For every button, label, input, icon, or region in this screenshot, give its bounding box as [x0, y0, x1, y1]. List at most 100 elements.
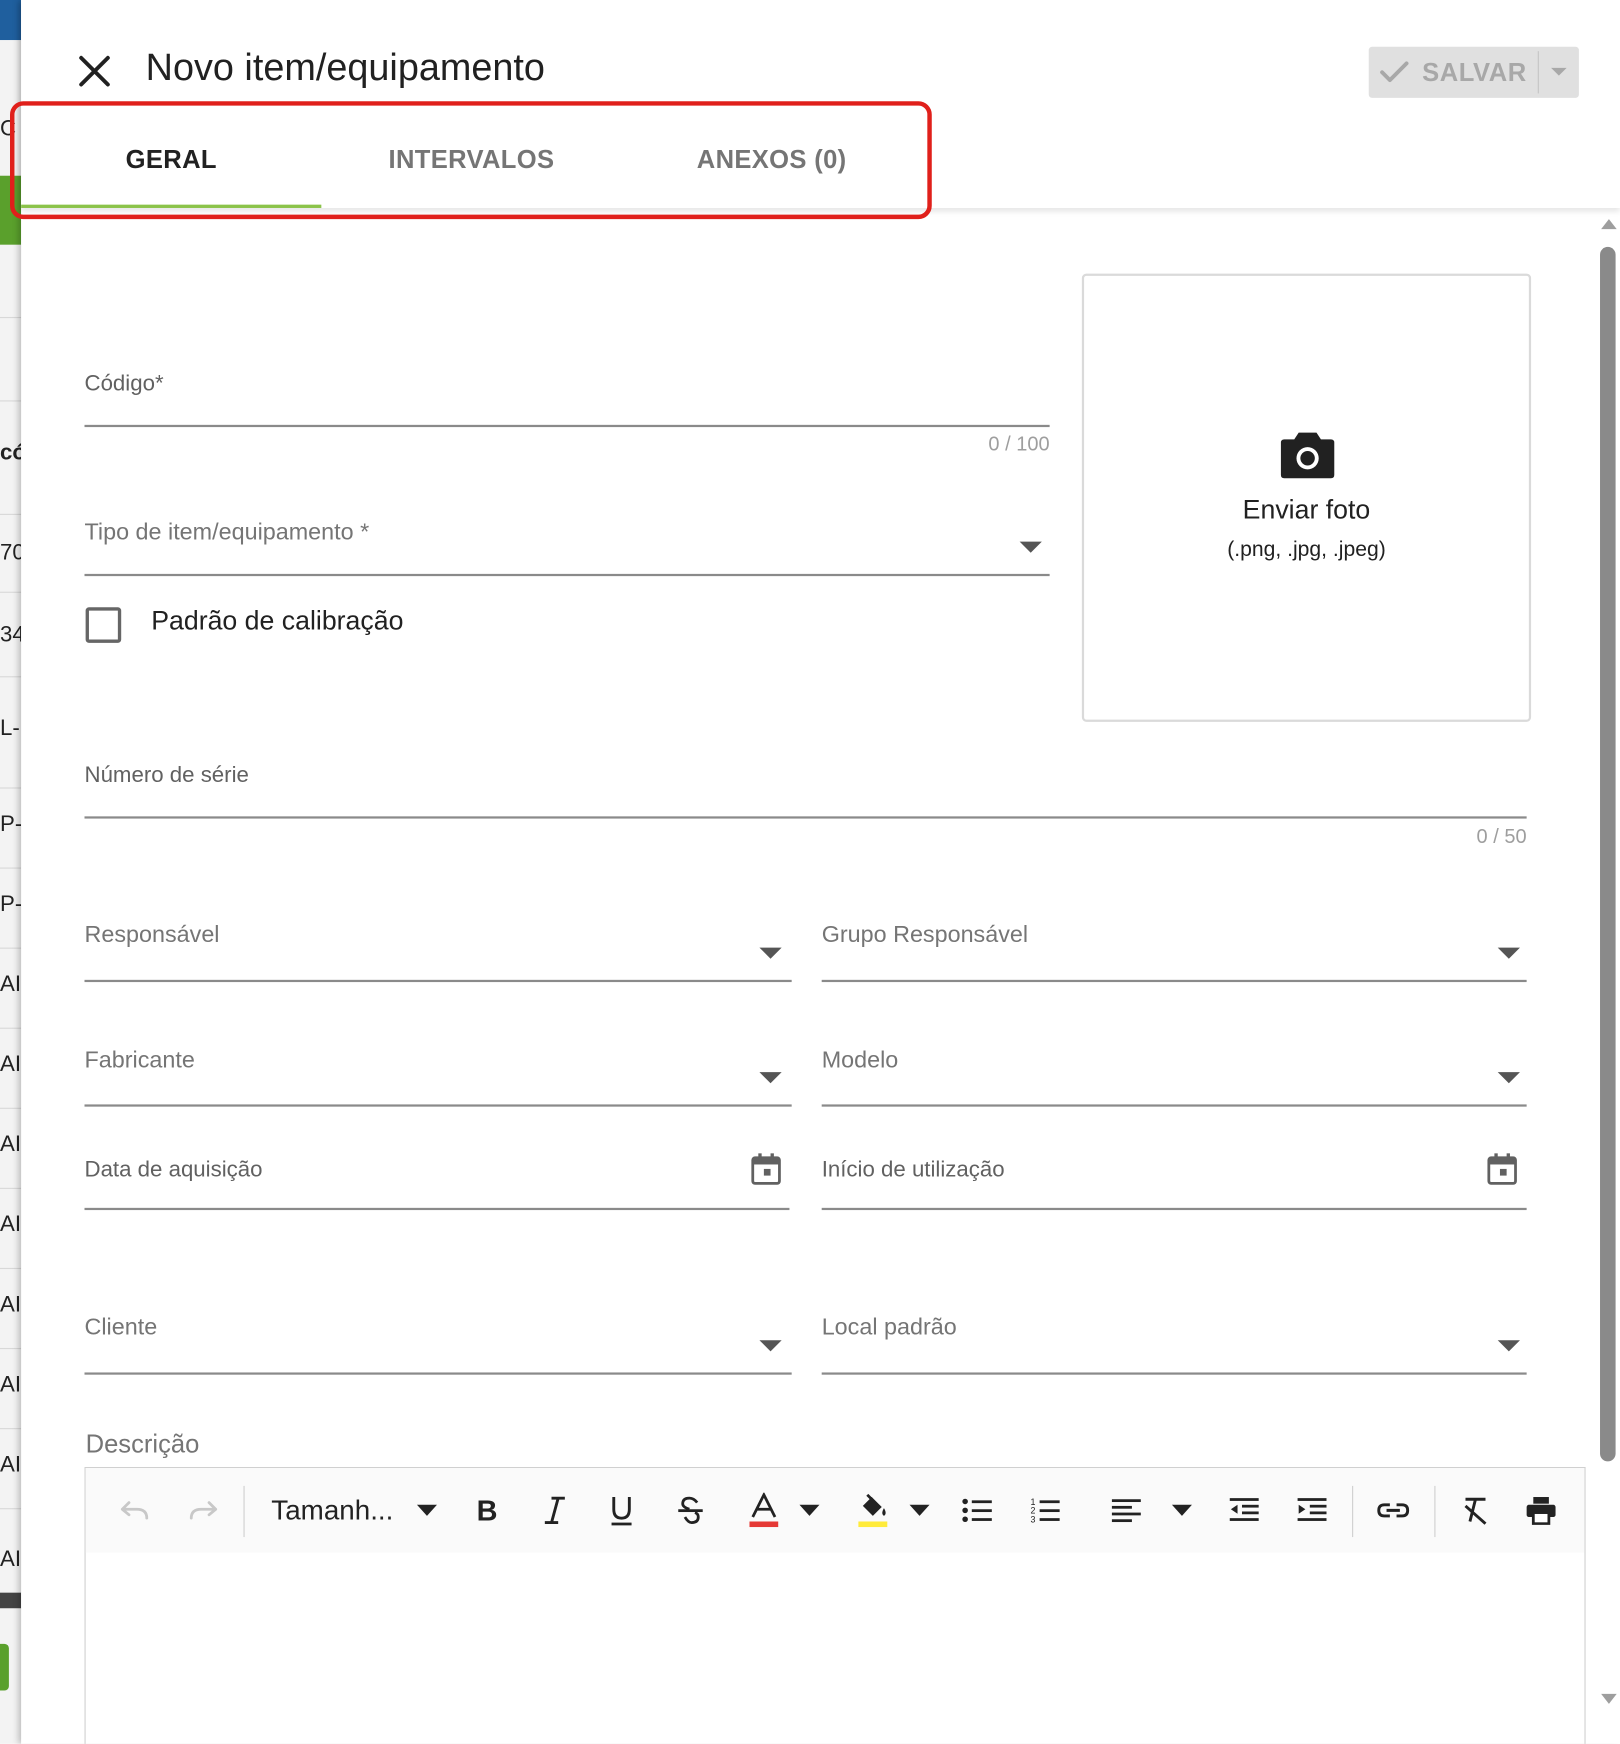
tab-anexos[interactable]: ANEXOS (0) [622, 111, 922, 208]
background-text: L- [0, 716, 20, 741]
background-divider [0, 1027, 22, 1029]
background-divider [0, 316, 22, 319]
chevron-down-icon [1497, 947, 1520, 959]
align-button[interactable] [1106, 1468, 1146, 1553]
codigo-counter-row: 0 / 100 [85, 433, 1049, 460]
dialog-title: Novo item/equipamento [145, 46, 545, 89]
chevron-down-icon [1019, 541, 1042, 553]
codigo-label: Código* [84, 371, 164, 396]
cliente-underline [84, 1372, 792, 1375]
photo-upload-formats: (.png, .jpg, .jpeg) [1227, 538, 1386, 562]
inicio-utilizacao-field[interactable]: Início de utilização [821, 1140, 1527, 1211]
chevron-down-icon [1497, 1072, 1520, 1084]
codigo-field[interactable]: Código* [84, 353, 1050, 428]
background-text: 34 [0, 622, 21, 648]
text-color-button[interactable] [744, 1468, 784, 1553]
editor-toolbar: Tamanh... B 1 2 3 [85, 1468, 1585, 1553]
background-divider [0, 787, 22, 789]
grupo-responsavel-select[interactable]: Grupo Responsável [821, 900, 1527, 983]
tab-geral[interactable]: GERAL [21, 111, 322, 208]
save-button[interactable]: SALVAR [1369, 47, 1538, 98]
save-button-label: SALVAR [1422, 57, 1527, 87]
text-color-dropdown[interactable] [793, 1468, 826, 1553]
undo-icon [120, 1501, 149, 1520]
padrao-calibracao-checkbox[interactable] [85, 607, 122, 643]
outdent-button[interactable] [1224, 1468, 1264, 1553]
print-button[interactable] [1521, 1468, 1561, 1553]
save-options-button[interactable] [1539, 47, 1579, 98]
redo-button[interactable] [183, 1468, 223, 1553]
camera-icon [1280, 432, 1335, 479]
highlight-color-button[interactable] [853, 1468, 893, 1553]
scrollbar[interactable] [1596, 208, 1620, 1744]
save-button-group: SALVAR [1368, 46, 1579, 98]
grupo-responsavel-underline [821, 979, 1527, 983]
clear-formatting-button[interactable] [1455, 1468, 1495, 1553]
background-header [0, 0, 22, 41]
calendar-icon[interactable] [751, 1152, 782, 1185]
background-divider [0, 676, 22, 678]
caret-down-icon [1171, 1504, 1192, 1516]
background-text: AI [0, 1292, 22, 1317]
strikethrough-button[interactable] [670, 1468, 710, 1553]
responsavel-select[interactable]: Responsável [84, 900, 792, 983]
numero-serie-counter: 0 / 50 [1476, 825, 1527, 848]
numero-serie-counter-row: 0 / 50 [85, 825, 1527, 852]
local-padrao-select[interactable]: Local padrão [821, 1292, 1527, 1375]
indent-button[interactable] [1292, 1468, 1332, 1553]
close-button[interactable] [74, 51, 114, 91]
background-text: 70 [0, 540, 21, 565]
modelo-select[interactable]: Modelo [821, 1025, 1527, 1107]
scrollbar-thumb[interactable] [1600, 246, 1616, 1462]
data-aquisicao-field[interactable]: Data de aquisição [84, 1140, 790, 1211]
dialog-header: Novo item/equipamento SALVAR GERAL INTER… [10, 0, 1620, 220]
highlight-color-dropdown[interactable] [903, 1468, 936, 1553]
strikethrough-icon [678, 1496, 703, 1524]
chevron-down-icon [759, 1340, 782, 1352]
caret-down-icon [799, 1504, 820, 1516]
toolbar-divider [1352, 1485, 1354, 1538]
italic-button[interactable] [535, 1468, 575, 1553]
indent-icon [1297, 1498, 1327, 1521]
fabricante-select[interactable]: Fabricante [84, 1025, 792, 1107]
background-divider [0, 1347, 22, 1350]
bold-button[interactable]: B [467, 1468, 507, 1553]
numbered-list-icon: 1 2 3 [1030, 1497, 1060, 1525]
bullet-list-button[interactable] [957, 1468, 997, 1553]
background-divider [0, 1428, 22, 1430]
undo-button[interactable] [115, 1468, 155, 1553]
descricao-editor[interactable]: Tamanh... B 1 2 3 [84, 1466, 1586, 1744]
background-text: AI [0, 1132, 22, 1157]
numero-serie-label: Número de série [84, 762, 249, 788]
align-dropdown[interactable] [1165, 1468, 1198, 1553]
numero-serie-field[interactable]: Número de série [84, 744, 1527, 819]
scroll-down-icon[interactable] [1600, 1693, 1618, 1706]
scroll-up-icon[interactable] [1600, 217, 1618, 230]
clear-formatting-icon [1464, 1497, 1487, 1525]
caret-down-icon [1551, 67, 1567, 76]
background-divider [0, 591, 22, 593]
cliente-select[interactable]: Cliente [84, 1292, 792, 1375]
background-divider [0, 400, 22, 402]
background-button [0, 1643, 9, 1691]
underline-button[interactable] [602, 1468, 642, 1553]
font-size-label: Tamanh... [271, 1494, 394, 1526]
numbered-list-button[interactable]: 1 2 3 [1025, 1468, 1065, 1553]
responsavel-underline [84, 979, 792, 983]
photo-upload[interactable]: Enviar foto (.png, .jpg, .jpeg) [1081, 273, 1532, 722]
fabricante-underline [84, 1104, 792, 1107]
link-button[interactable] [1373, 1468, 1413, 1553]
fill-color-icon [858, 1493, 888, 1528]
tipo-item-select[interactable]: Tipo de item/equipamento * [84, 497, 1050, 577]
background-divider [0, 513, 22, 515]
responsavel-label: Responsável [84, 922, 220, 948]
svg-text:B: B [477, 1496, 498, 1525]
tipo-item-label: Tipo de item/equipamento * [84, 519, 370, 545]
tipo-item-underline [84, 573, 1050, 577]
calendar-icon[interactable] [1487, 1152, 1518, 1185]
codigo-underline [84, 424, 1050, 428]
font-size-select[interactable]: Tamanh... [271, 1468, 438, 1553]
caret-down-icon [416, 1504, 437, 1516]
background-page: C có 70 34 L- P- P- AI AI AI AI AI AI AI… [0, 0, 22, 1744]
tab-intervalos[interactable]: INTERVALOS [321, 111, 621, 208]
